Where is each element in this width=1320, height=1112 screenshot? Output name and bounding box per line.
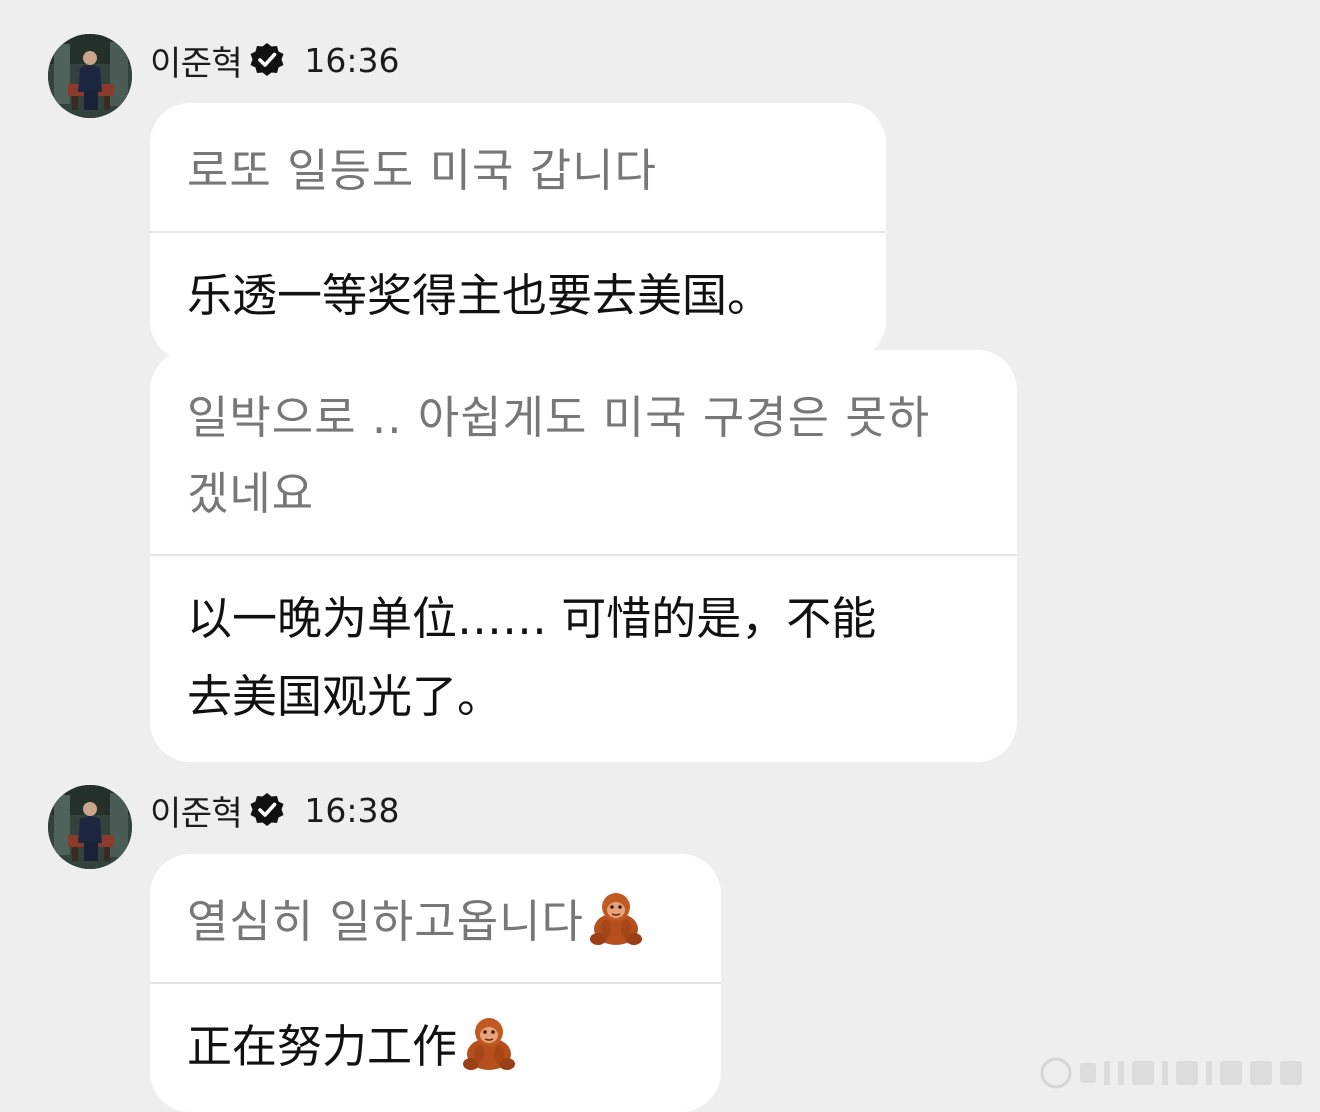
original-text: 열심히 일하고옵니다 [150, 854, 721, 984]
translated-text-line: 乐透一等奖得主也要去美国。 [187, 269, 773, 322]
watermark [1038, 1055, 1308, 1091]
orangutan-icon [457, 1010, 521, 1074]
original-text-line: 겠네요 [187, 467, 315, 520]
message-header: 이준혁 16:36 [150, 36, 400, 85]
avatar-photo [48, 34, 132, 118]
avatar[interactable] [48, 785, 132, 869]
translated-text-content: 正在努力工作 [187, 1020, 458, 1073]
original-text: 로또 일등도 미국 갑니다 [150, 103, 886, 233]
original-text-line: 로또 일등도 미국 갑니다 [187, 144, 657, 197]
timestamp: 16:36 [304, 40, 400, 80]
avatar[interactable] [48, 34, 132, 118]
translated-text: 以一晚为单位…… 可惜的是，不能 去美国观光了。 [150, 556, 1017, 762]
translated-text: 乐透一等奖得主也要去美国。 [150, 233, 886, 361]
translated-text-line: 去美国观光了。 [187, 670, 503, 723]
original-text-line: 일박으로 .. 아쉽게도 미국 구경은 못하 [187, 391, 931, 444]
original-text: 일박으로 .. 아쉽게도 미국 구경은 못하 겠네요 [150, 350, 1017, 556]
original-text-line: 열심히 일하고옵니다 [187, 884, 685, 960]
verified-badge-icon [248, 791, 286, 829]
message-bubble[interactable]: 열심히 일하고옵니다 正在努力工作 [150, 854, 721, 1112]
translated-text: 正在努力工作 [150, 984, 721, 1112]
message-bubble[interactable]: 로또 일등도 미국 갑니다 乐透一等奖得主也要去美国。 [150, 103, 886, 361]
timestamp: 16:38 [304, 790, 400, 830]
translated-text-line: 以一晚为单位…… 可惜的是，不能 [187, 592, 877, 645]
sender-name[interactable]: 이준혁 [150, 786, 243, 835]
translated-text-line: 正在努力工作 [187, 1008, 685, 1086]
orangutan-icon [584, 885, 648, 949]
sender-name[interactable]: 이준혁 [150, 36, 243, 85]
message-header: 이준혁 16:38 [150, 786, 400, 835]
avatar-photo [48, 785, 132, 869]
original-text-content: 열심히 일하고옵니다 [187, 895, 584, 948]
verified-badge-icon [248, 41, 286, 79]
message-bubble[interactable]: 일박으로 .. 아쉽게도 미국 구경은 못하 겠네요 以一晚为单位…… 可惜的是… [150, 350, 1017, 762]
